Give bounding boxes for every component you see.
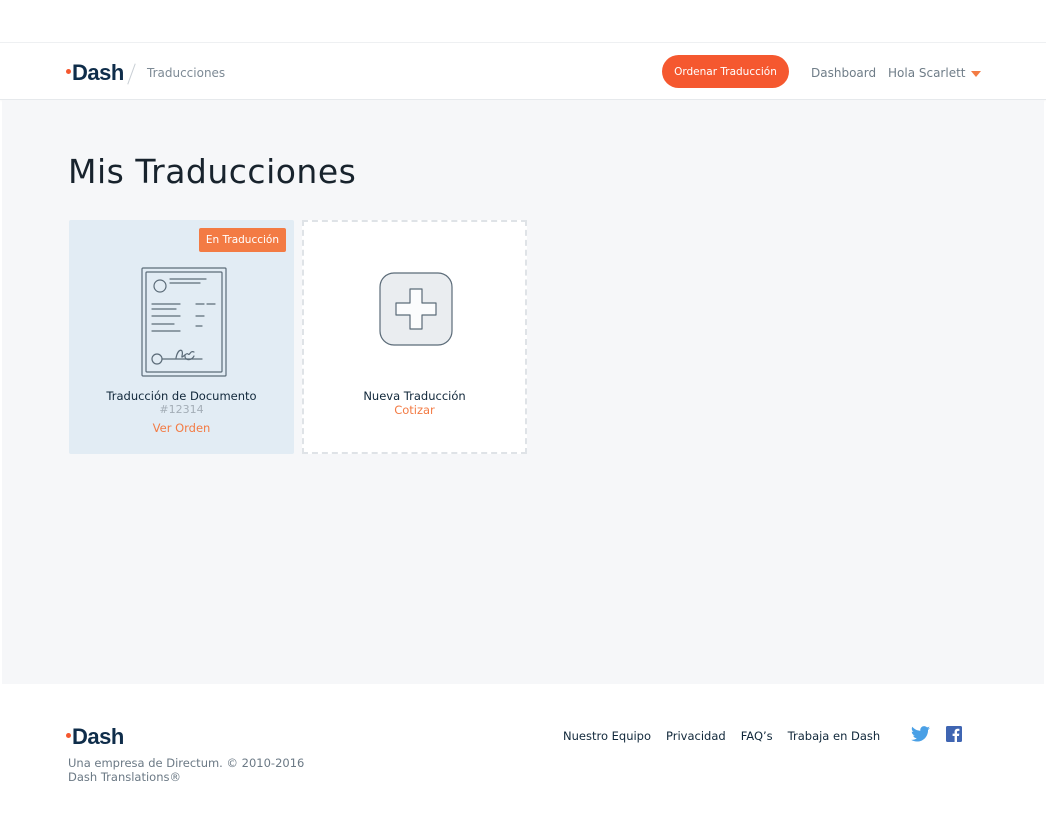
breadcrumb[interactable]: Traducciones xyxy=(147,66,225,80)
quote-link[interactable]: Cotizar xyxy=(304,403,525,417)
footer-links: Nuestro Equipo Privacidad FAQ’s Trabaja … xyxy=(563,729,895,743)
plus-icon xyxy=(379,272,453,346)
order-number: #12314 xyxy=(159,403,204,416)
header: Dash Traducciones Ordenar Traducción Das… xyxy=(0,43,1046,100)
footer-dash-logo[interactable]: Dash xyxy=(66,724,124,750)
view-order-link[interactable]: Ver Orden xyxy=(69,421,294,435)
breadcrumb-divider xyxy=(127,63,136,85)
logo-text: Dash xyxy=(72,724,124,749)
card-title: Nueva Traducción xyxy=(363,389,466,403)
footer-copyright: Una empresa de Directum. © 2010-2016 Das… xyxy=(68,756,304,784)
footer-link-privacy[interactable]: Privacidad xyxy=(666,729,726,743)
translation-card[interactable]: En Traducción Traducción de Documento #1… xyxy=(69,220,294,454)
page-title: Mis Traducciones xyxy=(68,152,357,191)
footer-link-faq[interactable]: FAQ’s xyxy=(741,729,773,743)
footer: Dash Una empresa de Directum. © 2010-201… xyxy=(0,684,1046,814)
facebook-icon[interactable] xyxy=(946,726,962,742)
order-translation-button[interactable]: Ordenar Traducción xyxy=(662,55,789,88)
caret-down-icon xyxy=(970,70,981,77)
main-content: Mis Traducciones En Traducción Traducció… xyxy=(2,100,1044,684)
document-icon xyxy=(141,267,227,377)
trademark-line: Dash Translations® xyxy=(68,770,181,784)
status-badge: En Traducción xyxy=(198,228,286,252)
user-menu[interactable]: Hola Scarlett xyxy=(888,66,981,80)
logo-dot xyxy=(66,69,71,74)
footer-link-jobs[interactable]: Trabaja en Dash xyxy=(788,729,881,743)
company-line: Una empresa de Directum. © 2010-2016 xyxy=(68,756,305,770)
new-translation-card[interactable]: Nueva Traducción Cotizar xyxy=(302,220,527,454)
dash-logo[interactable]: Dash xyxy=(66,60,124,86)
logo-dot xyxy=(66,733,71,738)
card-title: Traducción de Documento xyxy=(106,389,257,403)
logo-text: Dash xyxy=(72,60,124,85)
user-greeting: Hola Scarlett xyxy=(888,66,966,80)
top-strip xyxy=(0,0,1046,43)
nav-dashboard-link[interactable]: Dashboard xyxy=(811,66,876,80)
twitter-icon[interactable] xyxy=(911,726,930,742)
footer-link-team[interactable]: Nuestro Equipo xyxy=(563,729,651,743)
